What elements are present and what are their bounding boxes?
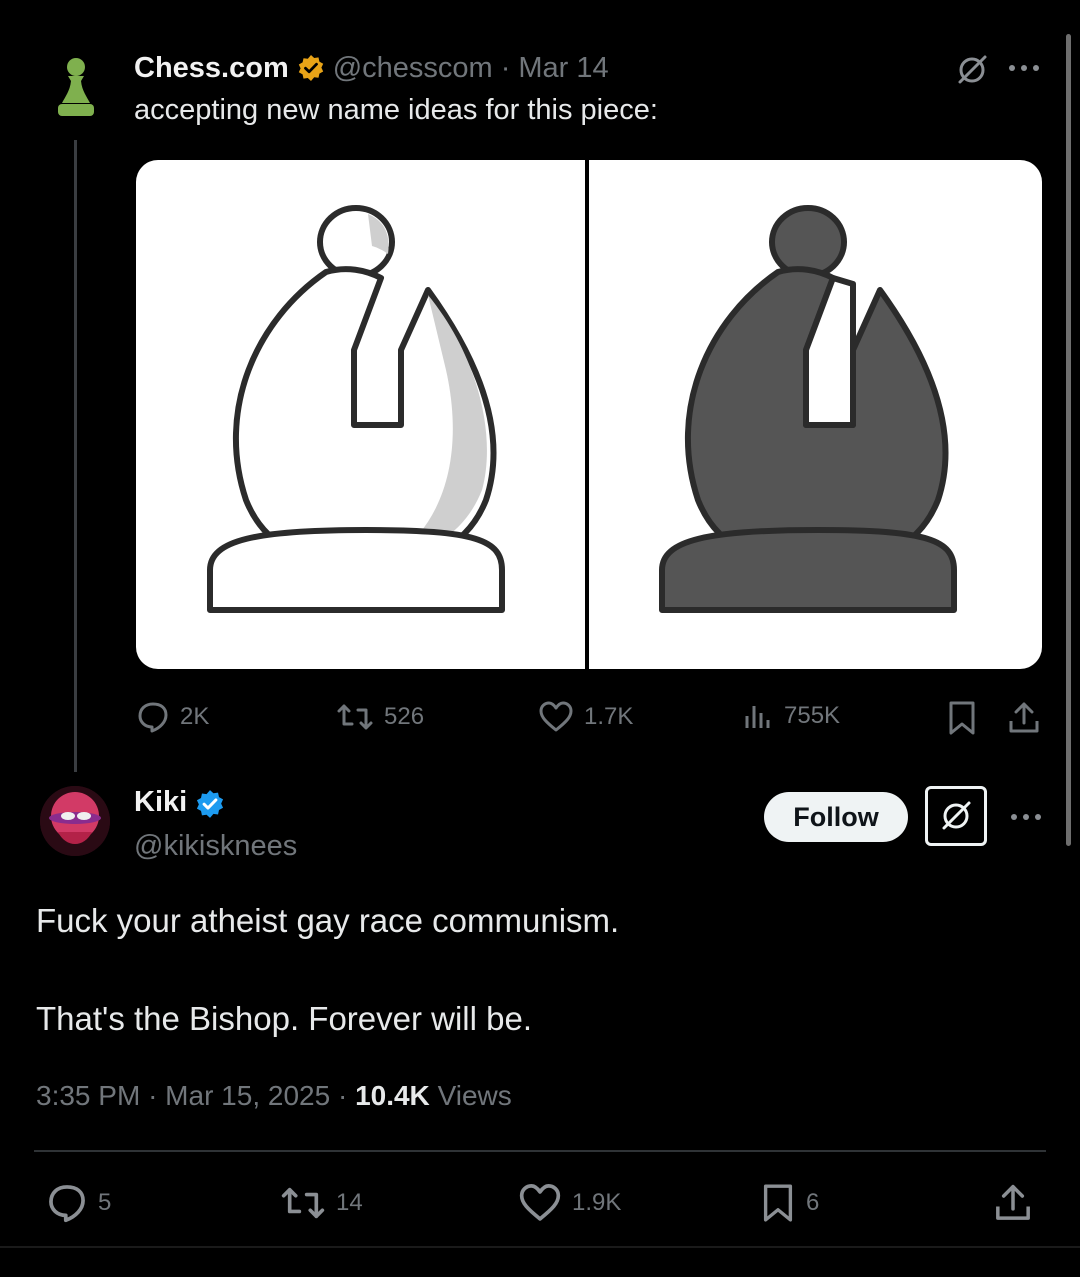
grok-icon [942, 801, 971, 830]
reply-meta: 3:35 PM · Mar 15, 2025 · 10.4K Views [36, 1080, 512, 1112]
original-author-handle[interactable]: @chesscom [333, 52, 493, 85]
view-count: 755K [784, 702, 841, 729]
like-count: 1.7K [584, 703, 634, 730]
reply-bookmark-count: 6 [806, 1189, 820, 1216]
verified-blue-badge-icon [195, 789, 224, 818]
reply-text-line-1: Fuck your atheist gay race communism. [36, 902, 620, 939]
bookmark-icon [763, 1184, 793, 1222]
chesscom-avatar[interactable] [52, 54, 100, 122]
divider [34, 1150, 1046, 1152]
original-tweet-text: accepting new name ideas for this piece: [134, 94, 658, 126]
black-bishop-icon [659, 205, 957, 613]
pawn-icon [58, 58, 94, 116]
reply-share-icon[interactable] [992, 1182, 1034, 1224]
more-options-icon[interactable] [1006, 62, 1042, 74]
repost-icon [281, 1187, 325, 1219]
reply-time[interactable]: 3:35 PM [36, 1080, 140, 1111]
reply-action[interactable]: 2K [136, 700, 209, 734]
bottom-divider [0, 1246, 1080, 1248]
reply-views-label: Views [437, 1080, 512, 1111]
reply-like-action[interactable]: 1.9K [518, 1182, 621, 1224]
reply-views-count: 10.4K [355, 1080, 430, 1111]
tweet-media-image[interactable] [136, 160, 1042, 669]
media-divider [585, 160, 589, 669]
follow-button[interactable]: Follow [764, 792, 908, 842]
grok-button[interactable] [925, 786, 987, 846]
heart-icon [519, 1184, 561, 1221]
share-icon[interactable] [1006, 700, 1042, 736]
reply-author-name[interactable]: Kiki [134, 786, 187, 819]
heart-icon [539, 701, 573, 732]
verified-gold-badge-icon [297, 54, 325, 82]
thread-connector-line [74, 140, 77, 772]
reply-text-line-2: That's the Bishop. Forever will be. [36, 1000, 533, 1037]
reply-count: 2K [180, 703, 210, 730]
repost-count: 526 [384, 703, 425, 730]
header-separator: · [500, 51, 511, 84]
bookmark-icon[interactable] [946, 700, 978, 736]
analytics-icon [745, 706, 770, 728]
repost-icon [337, 704, 373, 730]
reply-more-options-icon[interactable] [1008, 811, 1044, 823]
meta-dot-2: · [337, 1080, 348, 1111]
original-author-name[interactable]: Chess.com [134, 52, 289, 85]
kiki-avatar[interactable] [40, 786, 110, 856]
meta-dot-1: · [148, 1080, 158, 1111]
original-tweet-header: Chess.com @chesscom · Mar 14 [134, 50, 609, 86]
reply-like-count: 1.9K [572, 1189, 622, 1216]
reply-date[interactable]: Mar 15, 2025 [165, 1080, 330, 1111]
reply-repost-count: 14 [336, 1189, 363, 1216]
views-action[interactable]: 755K [742, 700, 840, 732]
reply-bookmark-action[interactable]: 6 [760, 1182, 819, 1224]
like-action[interactable]: 1.7K [538, 700, 633, 734]
reply-reply-action[interactable]: 5 [46, 1182, 111, 1224]
grok-icon[interactable] [954, 52, 990, 88]
reply-icon [138, 702, 168, 733]
reply-repost-action[interactable]: 14 [280, 1182, 363, 1224]
white-bishop-icon [207, 205, 505, 613]
reply-author-handle[interactable]: @kikisknees [134, 830, 297, 863]
scrollbar[interactable] [1066, 34, 1071, 846]
reply-icon [49, 1185, 85, 1223]
reply-author-header: Kiki [134, 786, 224, 819]
repost-action[interactable]: 526 [336, 700, 424, 734]
reply-reply-count: 5 [98, 1189, 112, 1216]
original-tweet-date[interactable]: Mar 14 [518, 52, 608, 85]
